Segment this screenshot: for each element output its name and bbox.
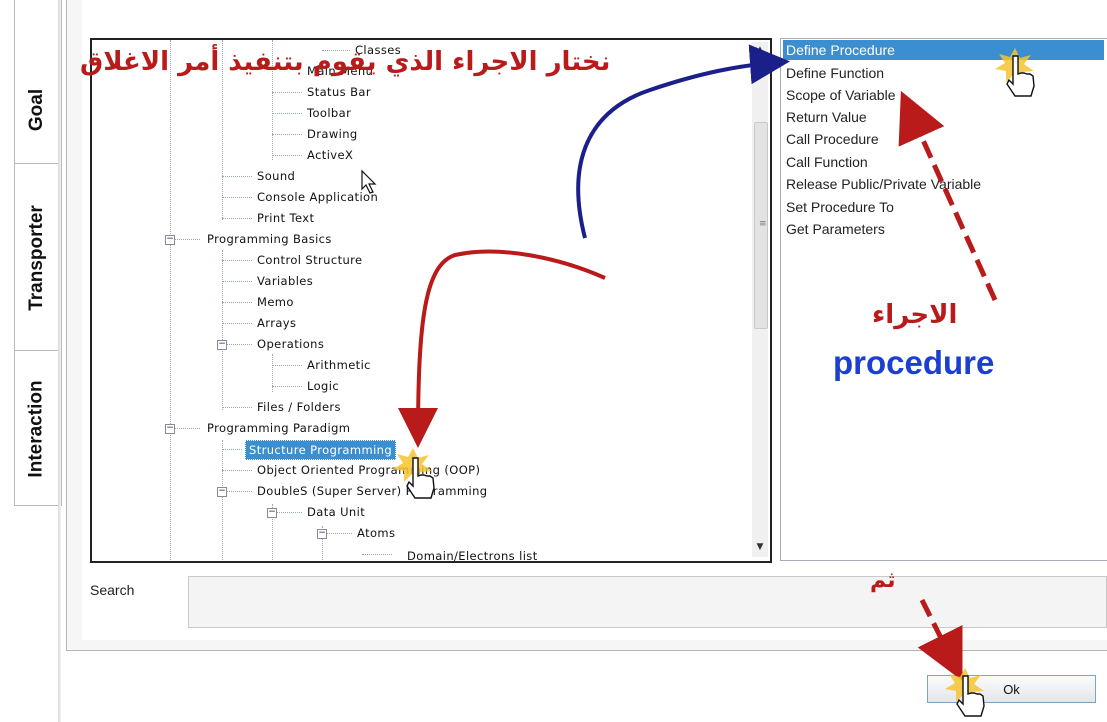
tree-item[interactable]: DoubleS (Super Server) Programming <box>254 482 491 500</box>
collapse-toggle-icon[interactable]: − <box>317 529 327 539</box>
tab-goal[interactable]: Goal <box>14 60 60 160</box>
collapse-toggle-icon[interactable]: − <box>165 235 175 245</box>
tree-item[interactable]: Logic <box>304 377 342 395</box>
annotation-procedure-english: procedure <box>833 344 995 381</box>
list-item[interactable]: Scope of Variable <box>783 85 895 105</box>
tab-transporter-label: Transporter <box>26 205 47 311</box>
scroll-thumb[interactable]: ≡ <box>754 122 768 329</box>
tree-item[interactable]: Arrays <box>254 314 299 332</box>
tab-interaction[interactable]: Interaction <box>14 355 60 503</box>
tab-goal-label: Goal <box>25 88 47 132</box>
tree-item[interactable]: Operations <box>254 335 327 353</box>
search-input[interactable] <box>188 576 1107 628</box>
list-item[interactable]: Call Function <box>783 152 868 172</box>
list-item[interactable]: Release Public/Private Variable <box>783 174 981 194</box>
tree-line <box>272 92 302 93</box>
ok-button[interactable]: Ok <box>927 675 1096 703</box>
tree-item[interactable]: Toolbar <box>304 104 354 122</box>
tree-item[interactable]: Atoms <box>354 524 398 542</box>
tree-item[interactable]: Object Oriented Programming (OOP) <box>254 461 483 479</box>
search-label: Search <box>90 582 135 598</box>
annotation-then-arabic: ثم <box>870 568 896 593</box>
collapse-toggle-icon[interactable]: − <box>165 424 175 434</box>
collapse-toggle-icon[interactable]: − <box>267 508 277 518</box>
scroll-up-arrow-icon[interactable]: ▲ <box>752 42 768 58</box>
collapse-toggle-icon[interactable]: − <box>217 487 227 497</box>
tree-line <box>272 155 302 156</box>
tree-line <box>222 281 252 282</box>
list-item[interactable]: Call Procedure <box>783 129 879 149</box>
tree-line <box>272 113 302 114</box>
tab-interaction-label: Interaction <box>26 380 47 478</box>
tree-line <box>272 386 302 387</box>
list-item[interactable]: Return Value <box>783 107 867 127</box>
annotation-instruction-arabic: نختار الاجراء الذي يقوم بتنفيذ أمر الاغل… <box>80 47 611 77</box>
tree-item[interactable]: Domain/Electrons list <box>404 547 541 561</box>
tree-item[interactable]: Status Bar <box>304 83 374 101</box>
tree-item[interactable]: Console Application <box>254 188 381 206</box>
tree-line <box>222 250 223 410</box>
tree-line <box>222 449 242 450</box>
tree-item[interactable]: Programming Paradigm <box>204 419 353 437</box>
tab-divider <box>14 350 60 351</box>
scroll-grip-icon: ≡ <box>759 219 767 229</box>
tree-line <box>222 197 252 198</box>
annotation-procedure-arabic: الاجراء <box>872 300 958 330</box>
tree-item[interactable]: Arithmetic <box>304 356 374 374</box>
tab-transporter[interactable]: Transporter <box>14 168 60 348</box>
list-item[interactable]: Define Function <box>783 63 884 83</box>
tree-item[interactable]: Print Text <box>254 209 317 227</box>
list-item-selected[interactable]: Define Procedure <box>783 40 1104 60</box>
tree-item-selected[interactable]: Structure Programming <box>245 440 397 460</box>
tab-divider <box>14 163 60 164</box>
tree-line <box>272 365 302 366</box>
tree-line <box>170 40 171 560</box>
tree-item[interactable]: Files / Folders <box>254 398 344 416</box>
list-item[interactable]: Get Parameters <box>783 219 885 239</box>
scroll-down-arrow-icon[interactable]: ▼ <box>752 539 768 555</box>
panel-shadow <box>58 0 61 722</box>
tree-item[interactable]: Control Structure <box>254 251 366 269</box>
tree-item[interactable]: Sound <box>254 167 298 185</box>
tree-item[interactable]: Programming Basics <box>204 230 335 248</box>
tree-line <box>222 218 252 219</box>
tree-item[interactable]: ActiveX <box>304 146 356 164</box>
tree-item[interactable]: Memo <box>254 293 297 311</box>
tree-item[interactable]: Variables <box>254 272 316 290</box>
tree-line <box>272 134 302 135</box>
tree-line <box>222 440 223 560</box>
tree-line <box>222 323 252 324</box>
list-item[interactable]: Set Procedure To <box>783 197 894 217</box>
tree-scrollbar[interactable]: ▲ ≡ ▼ <box>752 42 768 557</box>
tree-line <box>222 470 252 471</box>
tree-line <box>222 407 252 408</box>
tree-line <box>222 176 252 177</box>
tree-line <box>222 302 252 303</box>
tree-item[interactable]: Drawing <box>304 125 361 143</box>
tree-item[interactable]: Data Unit <box>304 503 368 521</box>
tree-line <box>222 260 252 261</box>
vertical-tab-bar: Goal Transporter Interaction <box>0 0 62 722</box>
collapse-toggle-icon[interactable]: − <box>217 340 227 350</box>
topic-tree[interactable]: − − − − − − Classes Main Menu Status Bar… <box>90 38 772 563</box>
tree-line <box>362 554 392 555</box>
